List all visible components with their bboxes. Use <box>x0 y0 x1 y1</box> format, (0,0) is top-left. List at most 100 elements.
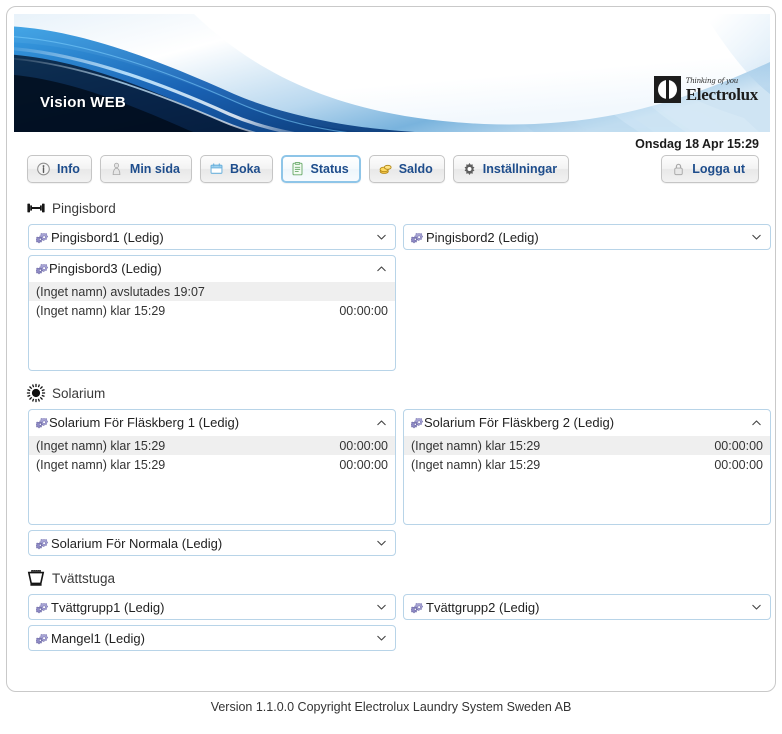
nav-button-label: Boka <box>229 162 261 176</box>
coins-icon <box>379 164 392 174</box>
machine-entry-text: (Inget namn) klar 15:29 <box>36 457 166 472</box>
gear-icon <box>464 163 475 175</box>
nav-button-label: Info <box>57 162 80 176</box>
footer: Version 1.1.0.0 Copyright Electrolux Lau… <box>0 700 782 714</box>
machine-gear-icon <box>36 602 49 613</box>
machine-entry-row[interactable]: (Inget namn) klar 15:29 00:00:00 <box>404 436 770 455</box>
machine-select[interactable]: Solarium För Normala (Ledig) <box>28 530 396 556</box>
machine-column: Solarium För Fläskberg 1 (Ledig) (Inget n… <box>28 409 396 530</box>
nav-button-inställningar[interactable]: Inställningar <box>452 155 570 183</box>
logout-area: Logga ut <box>661 155 759 183</box>
nav-button-saldo[interactable]: Saldo <box>368 155 445 183</box>
section-title: Solarium <box>52 385 106 401</box>
machine-entry-row[interactable]: (Inget namn) klar 15:29 00:00:00 <box>404 455 770 474</box>
chevron-up-icon <box>377 419 386 425</box>
nav-button-label: Inställningar <box>482 162 558 176</box>
machine-entry-time: 00:00:00 <box>339 457 388 472</box>
header-banner: Vision WEB Thinking of you Electrolux <box>14 14 770 132</box>
section-title: Pingisbord <box>52 200 116 216</box>
machine-column: Pingisbord3 (Ledig) (Inget namn) avslutad… <box>28 255 396 376</box>
machine-gear-icon <box>36 538 49 549</box>
nav-button-info[interactable]: Info <box>27 155 92 183</box>
page-frame: Vision WEB Thinking of you Electrolux On… <box>6 6 776 692</box>
wash-tub-icon <box>27 570 45 586</box>
machine-column: Pingisbord1 (Ledig) <box>28 224 396 255</box>
machine-column: Solarium För Normala (Ledig) <box>28 530 396 561</box>
chevron-down-icon <box>377 635 386 641</box>
machine-select-label: Solarium För Normala (Ledig) <box>51 535 223 551</box>
machine-select-label: Tvättgrupp2 (Ledig) <box>426 599 540 615</box>
machine-select-label: Tvättgrupp1 (Ledig) <box>51 599 165 615</box>
electrolux-logo-mark <box>653 76 681 103</box>
machine-entry-text: (Inget namn) avslutades 19:07 <box>36 284 205 299</box>
machine-select[interactable]: Pingisbord1 (Ledig) <box>28 224 396 250</box>
section-header: Solarium <box>14 380 770 406</box>
section-title: Tvättstuga <box>52 570 116 586</box>
machine-entry-row[interactable]: (Inget namn) klar 15:29 00:00:00 <box>29 301 395 320</box>
machine-gear-icon <box>411 602 424 613</box>
sun-icon <box>26 383 46 403</box>
machine-entry-text: (Inget namn) klar 15:29 <box>36 303 166 318</box>
machine-column: Tvättgrupp2 (Ledig) <box>403 594 771 625</box>
chevron-up-icon <box>377 265 386 271</box>
main-navigation: Info Min sida Boka Status Saldo Inställningar <box>27 155 570 183</box>
banner-artwork <box>14 14 770 132</box>
chevron-down-icon <box>377 234 386 240</box>
current-datetime: Onsdag 18 Apr 15:29 <box>635 137 759 151</box>
machine-gear-icon <box>411 418 424 429</box>
status-content: Pingisbord Pingisbord1 (Ledig) Pingisbord2… <box>14 195 771 660</box>
section-header: Pingisbord <box>14 195 770 221</box>
machine-entry-text: (Inget namn) klar 15:29 <box>411 457 541 472</box>
vision-web-page: Vision WEB Thinking of you Electrolux On… <box>0 0 782 734</box>
chevron-down-icon <box>377 604 386 610</box>
logout-button-label: Logga ut <box>692 162 745 176</box>
machine-entry-text: (Inget namn) klar 15:29 <box>411 438 541 453</box>
machine-column: Solarium För Fläskberg 2 (Ledig) (Inget n… <box>403 409 771 530</box>
machine-panel-header[interactable]: Solarium För Fläskberg 2 (Ledig) <box>404 410 770 436</box>
chevron-up-icon <box>752 419 761 425</box>
machine-column: Mangel1 (Ledig) <box>28 625 396 656</box>
machine-entry-text: (Inget namn) klar 15:29 <box>36 438 166 453</box>
section-header: Tvättstuga <box>14 565 770 591</box>
nav-button-label: Saldo <box>398 162 433 176</box>
machine-select[interactable]: Pingisbord2 (Ledig) <box>403 224 771 250</box>
chevron-down-icon <box>377 540 386 546</box>
machine-row: Tvättgrupp1 (Ledig) Tvättgrupp2 (Ledig) <box>14 594 771 625</box>
machine-select[interactable]: Tvättgrupp1 (Ledig) <box>28 594 396 620</box>
logout-button[interactable]: Logga ut <box>661 155 759 183</box>
machine-entry-row[interactable]: (Inget namn) klar 15:29 00:00:00 <box>29 455 395 474</box>
machine-row: Pingisbord1 (Ledig) Pingisbord2 (Ledig) <box>14 224 771 255</box>
machine-panel-body: (Inget namn) klar 15:29 00:00:00 (Inget na… <box>404 436 770 524</box>
machine-gear-icon <box>36 633 49 644</box>
machine-select[interactable]: Tvättgrupp2 (Ledig) <box>403 594 771 620</box>
machine-panel-label: Solarium För Fläskberg 2 (Ledig) <box>424 415 615 430</box>
machine-entry-time: 00:00:00 <box>339 438 388 453</box>
chevron-down-icon <box>752 234 761 240</box>
nav-button-boka[interactable]: Boka <box>199 155 273 183</box>
machine-gear-icon <box>411 232 424 243</box>
nav-button-label: Min sida <box>129 162 180 176</box>
info-icon <box>37 162 50 176</box>
machine-panel-filler <box>404 474 770 524</box>
machine-panel-header[interactable]: Solarium För Fläskberg 1 (Ledig) <box>29 410 395 436</box>
machine-entry-row[interactable]: (Inget namn) avslutades 19:07 <box>29 282 395 301</box>
machine-select[interactable]: Mangel1 (Ledig) <box>28 625 396 651</box>
nav-button-status[interactable]: Status <box>280 155 361 183</box>
banner-title: Vision WEB <box>40 94 126 111</box>
machine-entry-time: 00:00:00 <box>714 457 763 472</box>
machine-entry-row[interactable]: (Inget namn) klar 15:29 00:00:00 <box>29 436 395 455</box>
nav-button-label: Status <box>310 162 349 176</box>
section-solarium: Solarium Solarium För Fläskberg 1 (Ledig)… <box>14 380 771 561</box>
nav-button-min-sida[interactable]: Min sida <box>99 155 192 183</box>
machine-panel-body: (Inget namn) avslutades 19:07 (Inget namn… <box>29 282 395 370</box>
chevron-down-icon <box>752 604 761 610</box>
machine-panel-label: Solarium För Fläskberg 1 (Ledig) <box>49 415 240 430</box>
lock-icon <box>674 163 683 176</box>
machine-column: Tvättgrupp1 (Ledig) <box>28 594 396 625</box>
list-icon <box>292 162 302 176</box>
machine-row: Mangel1 (Ledig) <box>14 625 770 656</box>
machine-entry-time: 00:00:00 <box>339 303 388 318</box>
machine-panel-header[interactable]: Pingisbord3 (Ledig) <box>29 256 395 282</box>
barbell-icon <box>27 203 45 213</box>
machine-entry-time: 00:00:00 <box>714 438 763 453</box>
